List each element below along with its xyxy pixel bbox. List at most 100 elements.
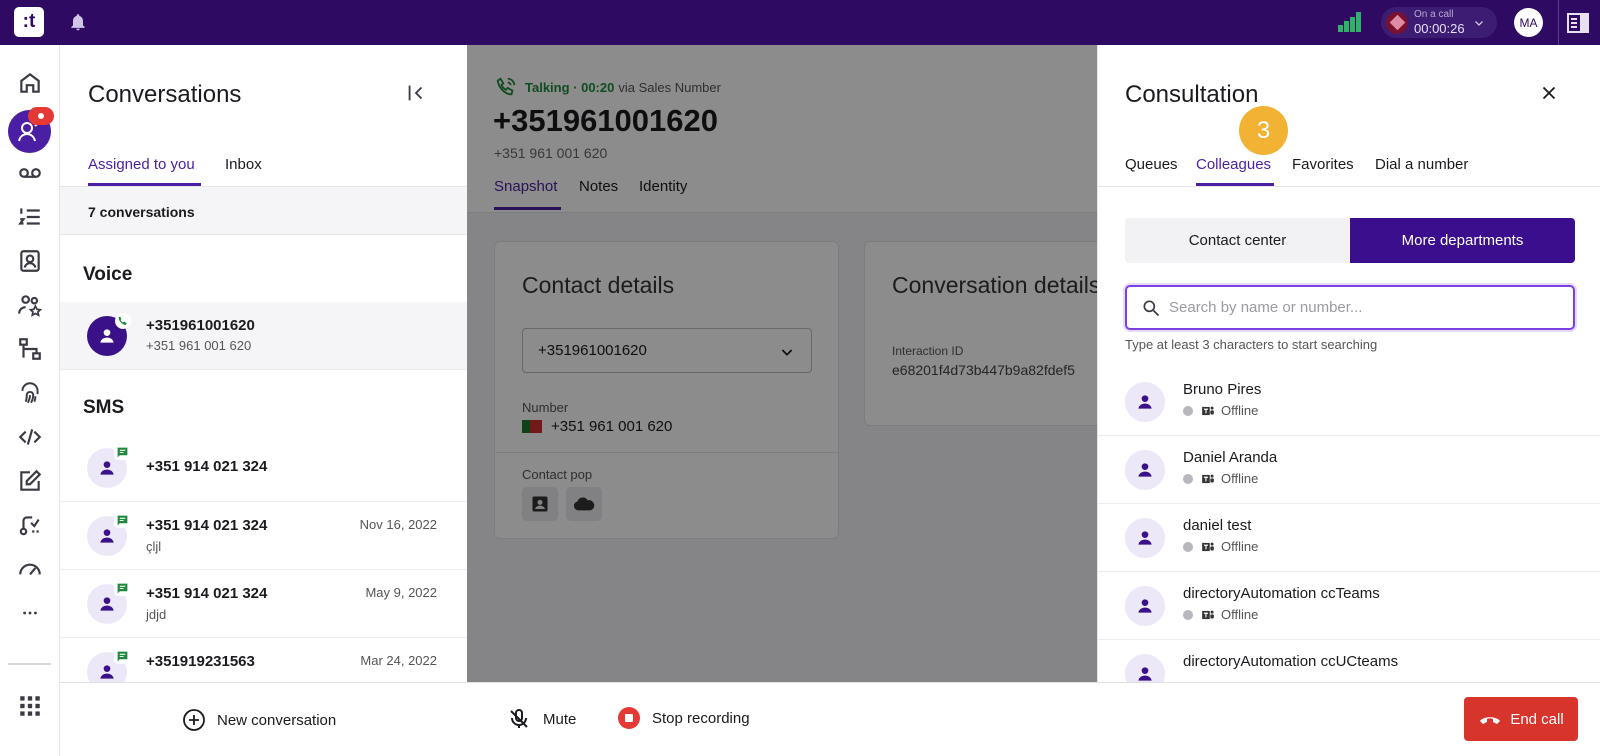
apps-grid-icon[interactable] xyxy=(17,693,43,719)
search-field xyxy=(1125,285,1575,330)
new-conversation-button[interactable]: New conversation xyxy=(182,708,336,732)
colleague-avatar xyxy=(1125,586,1165,626)
teams-icon xyxy=(1201,472,1215,486)
app-logo[interactable]: :t xyxy=(14,7,44,37)
tab-inbox[interactable]: Inbox xyxy=(225,156,262,173)
panel-title: Conversations xyxy=(88,81,242,108)
routing-flow-icon[interactable] xyxy=(17,336,43,362)
conversation-title: +351 914 021 324 xyxy=(146,517,268,534)
colleague-name: daniel test xyxy=(1183,517,1252,534)
sms-section-heading: SMS xyxy=(83,397,125,418)
tabs-divider xyxy=(1098,186,1600,187)
mute-button[interactable]: Mute xyxy=(507,707,576,731)
colleague-row[interactable]: directoryAutomation ccUCteams xyxy=(1098,640,1600,682)
conversation-subtitle: jdjd xyxy=(146,607,167,622)
colleague-row[interactable]: daniel test Offline xyxy=(1098,504,1600,572)
phone-call-icon xyxy=(115,313,131,329)
colleague-name: directoryAutomation ccTeams xyxy=(1183,585,1380,602)
conversation-title: +351961001620 xyxy=(146,317,255,334)
user-avatar[interactable]: MA xyxy=(1514,8,1543,37)
chevron-down-icon xyxy=(1473,17,1485,29)
new-conversation-label: New conversation xyxy=(217,711,337,729)
code-icon[interactable] xyxy=(17,424,43,450)
signal-strength-icon xyxy=(1338,12,1362,32)
tab-favorites[interactable]: Favorites xyxy=(1292,156,1354,173)
conversation-subtitle: +351 961 001 620 xyxy=(146,338,252,353)
analytics-flow-icon[interactable] xyxy=(17,512,43,538)
voice-section-heading: Voice xyxy=(83,264,133,285)
team-star-icon[interactable] xyxy=(17,292,43,318)
presence-dot xyxy=(1183,609,1193,620)
call-status-icon xyxy=(1386,11,1408,34)
conversation-title: +351 914 021 324 xyxy=(146,585,268,602)
sms-message-icon xyxy=(114,580,130,596)
stop-recording-button[interactable]: Stop recording xyxy=(606,707,750,729)
tab-assigned-to-you[interactable]: Assigned to you xyxy=(88,156,195,173)
modal-overlay[interactable] xyxy=(467,45,1097,682)
notifications-bell-icon[interactable] xyxy=(68,12,88,32)
tab-queues[interactable]: Queues xyxy=(1125,156,1178,173)
conversation-date: Nov 16, 2022 xyxy=(359,517,437,532)
end-call-button[interactable]: End call xyxy=(1464,697,1578,741)
colleague-name: directoryAutomation ccUCteams xyxy=(1183,653,1399,670)
notification-badge xyxy=(28,107,54,125)
edit-note-icon[interactable] xyxy=(17,468,43,494)
presence-dot xyxy=(1183,541,1193,552)
list-item-sms[interactable]: +351 914 021 324 jdjd May 9, 2022 xyxy=(60,570,467,638)
colleague-name: Bruno Pires xyxy=(1183,381,1262,398)
colleague-avatar xyxy=(1125,654,1165,682)
mute-label: Mute xyxy=(543,710,577,728)
teams-icon xyxy=(1201,404,1215,418)
colleague-status: Offline xyxy=(1221,539,1259,554)
call-timer: 00:00:26 xyxy=(1414,21,1465,36)
colleague-row[interactable]: Bruno Pires Offline xyxy=(1098,368,1600,436)
segment-contact-center[interactable]: Contact center xyxy=(1125,218,1350,263)
conversation-date: Mar 24, 2022 xyxy=(360,653,437,668)
more-options-icon[interactable] xyxy=(17,600,43,626)
colleague-name: Daniel Aranda xyxy=(1183,449,1278,466)
contacts-book-icon[interactable] xyxy=(17,248,43,274)
presence-dot xyxy=(1183,473,1193,484)
sms-message-icon xyxy=(114,512,130,528)
tab-dial-a-number[interactable]: Dial a number xyxy=(1375,156,1468,173)
search-icon xyxy=(1143,300,1160,316)
colleague-status: Offline xyxy=(1221,471,1259,486)
close-icon[interactable] xyxy=(1538,82,1560,104)
list-item-sms[interactable]: +351 914 021 324 çljl Nov 16, 2022 xyxy=(60,502,467,570)
side-panel-toggle-icon[interactable] xyxy=(1567,13,1589,33)
colleague-avatar xyxy=(1125,518,1165,558)
conversation-date: May 9, 2022 xyxy=(365,585,437,600)
collapse-panel-icon[interactable] xyxy=(405,82,427,104)
teams-icon xyxy=(1201,608,1215,622)
segment-more-departments[interactable]: More departments xyxy=(1350,218,1575,263)
conversation-count-bar: 7 conversations xyxy=(60,187,467,235)
teams-icon xyxy=(1201,540,1215,554)
microphone-off-icon xyxy=(510,709,528,728)
on-call-indicator[interactable]: On a call 00:00:26 xyxy=(1381,7,1497,38)
rail-divider xyxy=(8,663,51,665)
colleague-avatar xyxy=(1125,450,1165,490)
conversation-title: +351919231563 xyxy=(146,653,255,670)
numbered-list-icon[interactable] xyxy=(17,204,43,230)
sms-message-icon xyxy=(114,648,130,664)
colleague-status: Offline xyxy=(1221,607,1259,622)
call-status-label: On a call xyxy=(1414,9,1454,20)
add-circle-icon xyxy=(183,709,205,731)
colleague-avatar xyxy=(1125,382,1165,422)
navigation-rail xyxy=(0,45,60,756)
speedometer-icon[interactable] xyxy=(17,556,43,582)
top-bar: :t On a call 00:00:26 MA xyxy=(0,0,1600,45)
voicemail-icon[interactable] xyxy=(17,160,43,186)
colleague-row[interactable]: directoryAutomation ccTeams Offline xyxy=(1098,572,1600,640)
home-icon[interactable] xyxy=(17,70,43,96)
hang-up-icon xyxy=(1480,717,1501,724)
presence-dot xyxy=(1183,405,1193,416)
fingerprint-icon[interactable] xyxy=(17,380,43,406)
tab-colleagues[interactable]: Colleagues xyxy=(1196,156,1271,173)
conversation-count: 7 conversations xyxy=(88,204,195,220)
colleague-row[interactable]: Daniel Aranda Offline xyxy=(1098,436,1600,504)
search-input[interactable] xyxy=(1169,299,1549,316)
search-hint: Type at least 3 characters to start sear… xyxy=(1125,337,1378,352)
list-item-voice[interactable]: +351961001620 +351 961 001 620 xyxy=(60,302,467,370)
list-item-sms[interactable]: +351 914 021 324 xyxy=(60,434,467,502)
